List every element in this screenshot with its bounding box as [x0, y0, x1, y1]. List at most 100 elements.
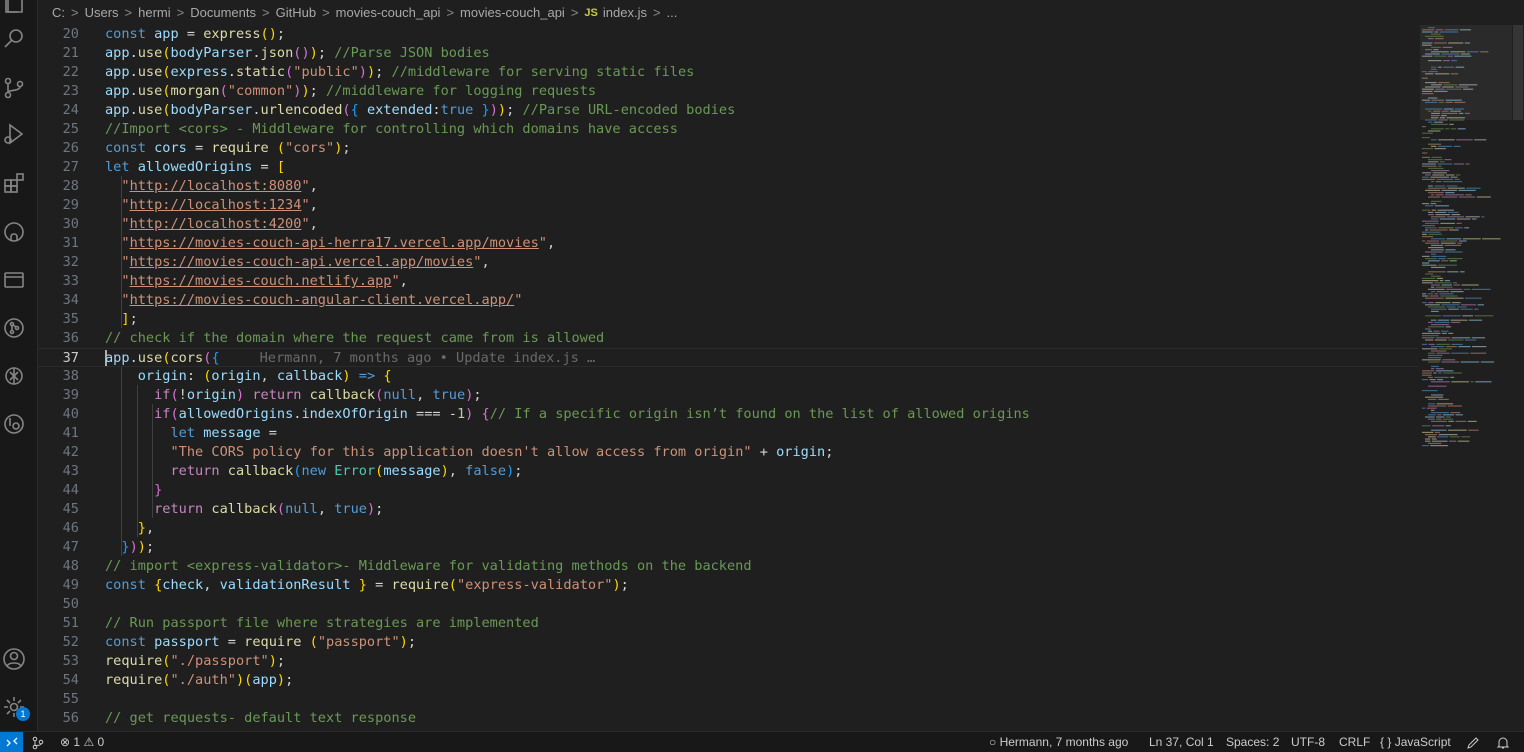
- code-text: "http://localhost:4200",: [121, 216, 318, 232]
- code-text: app.use(express.static("public")); //mid…: [105, 64, 695, 80]
- code-text: ];: [121, 311, 138, 327]
- line-number: 37: [62, 350, 79, 366]
- breadcrumb-symbol[interactable]: ...: [667, 5, 678, 20]
- cursor-position-button[interactable]: Ln 37, Col 1: [1149, 732, 1214, 752]
- line-number: 21: [62, 45, 79, 61]
- search-icon[interactable]: [0, 25, 28, 53]
- feedback-icon[interactable]: [1466, 732, 1480, 752]
- breadcrumb-item[interactable]: GitHub: [276, 5, 316, 20]
- code-line: 47 }));: [38, 538, 1418, 557]
- chevron-right-icon: >: [652, 5, 661, 20]
- chevron-right-icon: >: [124, 5, 133, 20]
- code-line: 36 // check if the domain where the reque…: [38, 329, 1418, 348]
- code-line: 44 }: [38, 481, 1418, 500]
- line-number: 20: [62, 26, 79, 42]
- code-text: // check if the domain where the request…: [105, 330, 605, 346]
- line-number: 25: [62, 121, 79, 137]
- chevron-right-icon: >: [446, 5, 455, 20]
- code-line: 53 require("./passport");: [38, 652, 1418, 671]
- code-line: 38 origin: (origin, callback) => {: [38, 367, 1418, 386]
- code-line: 30 "http://localhost:4200",: [38, 215, 1418, 234]
- breadcrumb-item[interactable]: movies-couch_api: [460, 5, 565, 20]
- code-editor[interactable]: 20 const app = express(); 21 app.use(bodyP…: [38, 25, 1418, 731]
- code-text: // import <express-validator>- Middlewar…: [105, 558, 752, 574]
- breadcrumb-item[interactable]: Documents: [190, 5, 256, 20]
- warning-count: 0: [97, 735, 105, 749]
- git-blame-button[interactable]: ○ Hermann, 7 months ago: [989, 732, 1128, 752]
- minimap[interactable]: [1420, 25, 1512, 731]
- account-icon[interactable]: [0, 645, 28, 673]
- code-text: let allowedOrigins = [: [105, 159, 286, 175]
- line-number: 34: [62, 292, 79, 308]
- code-text: "http://localhost:8080",: [121, 178, 318, 194]
- code-text: const {check, validationResult } = requi…: [105, 577, 629, 593]
- line-number: 35: [62, 311, 79, 327]
- code-text: if(allowedOrigins.indexOfOrigin === -1) …: [154, 406, 1030, 422]
- breadcrumb-item[interactable]: movies-couch_api: [336, 5, 441, 20]
- breadcrumb-item[interactable]: Users: [85, 5, 119, 20]
- code-line: 25 //Import <cors> - Middleware for contr…: [38, 120, 1418, 139]
- code-line: 43 return callback(new Error(message), f…: [38, 462, 1418, 481]
- line-number: 38: [62, 368, 79, 384]
- code-line: 39 if(!origin) return callback(null, tru…: [38, 386, 1418, 405]
- remote-indicator-button[interactable]: [0, 732, 23, 752]
- line-number: 22: [62, 64, 79, 80]
- line-number: 39: [62, 387, 79, 403]
- code-line: 41 let message =: [38, 424, 1418, 443]
- chevron-right-icon: >: [262, 5, 270, 20]
- code-text: return callback(null, true);: [154, 501, 384, 517]
- code-text: "http://localhost:1234",: [121, 197, 318, 213]
- breadcrumb-item[interactable]: C:: [52, 5, 65, 20]
- problems-button[interactable]: ⊗ 1 ⚠ 0: [60, 732, 104, 752]
- code-text: },: [137, 520, 155, 536]
- vertical-scrollbar[interactable]: [1512, 25, 1524, 731]
- inline-blame[interactable]: Hermann, 7 months ago • Update index.js …: [220, 350, 596, 366]
- language-mode-button[interactable]: { } JavaScript: [1380, 732, 1451, 752]
- line-number: 29: [62, 197, 79, 213]
- breadcrumb-item[interactable]: hermi: [138, 5, 171, 20]
- line-number: 32: [62, 254, 79, 270]
- line-number: 51: [62, 615, 79, 631]
- chevron-right-icon: >: [71, 5, 79, 20]
- code-line: 35 ];: [38, 310, 1418, 329]
- github-icon[interactable]: [0, 218, 28, 246]
- line-number: 42: [62, 444, 79, 460]
- line-number: 41: [62, 425, 79, 441]
- chatgpt-icon[interactable]: [0, 362, 28, 390]
- code-text: origin: (origin, callback) => {: [137, 368, 392, 384]
- line-number: 50: [62, 596, 79, 612]
- git-sync-icon[interactable]: [31, 732, 45, 752]
- chevron-right-icon: >: [176, 5, 185, 20]
- line-number: 48: [62, 558, 79, 574]
- line-number: 33: [62, 273, 79, 289]
- git-graph-icon[interactable]: [0, 314, 28, 342]
- code-line: 55: [38, 690, 1418, 709]
- line-number: 27: [62, 159, 79, 175]
- breadcrumb-file[interactable]: index.js: [603, 5, 647, 20]
- code-text: const cors = require ("cors");: [105, 140, 351, 156]
- timeline-icon[interactable]: [0, 410, 28, 438]
- line-number: 44: [62, 482, 79, 498]
- line-number: 55: [62, 691, 79, 707]
- remote-explorer-icon[interactable]: [0, 266, 28, 294]
- bell-icon[interactable]: [1496, 732, 1510, 752]
- warning-icon: ⚠: [83, 735, 95, 749]
- explorer-icon[interactable]: [0, 0, 28, 16]
- run-debug-icon[interactable]: [0, 120, 28, 148]
- line-number: 28: [62, 178, 79, 194]
- source-control-icon[interactable]: [0, 74, 28, 102]
- javascript-file-icon: JS: [584, 6, 598, 19]
- extensions-icon[interactable]: [0, 169, 28, 197]
- code-text: //Import <cors> - Middleware for control…: [105, 121, 678, 137]
- code-line: 46 },: [38, 519, 1418, 538]
- scrollbar-thumb[interactable]: [1513, 25, 1523, 120]
- eol-button[interactable]: CRLF: [1339, 732, 1370, 752]
- line-number: 23: [62, 83, 79, 99]
- indentation-button[interactable]: Spaces: 2: [1226, 732, 1279, 752]
- code-line: 32 "https://movies-couch-api.vercel.app/…: [38, 253, 1418, 272]
- code-line: 56 // get requests- default text response: [38, 709, 1418, 728]
- line-number: 54: [62, 672, 79, 688]
- error-icon: ⊗: [60, 735, 71, 749]
- line-number: 56: [62, 710, 79, 726]
- encoding-button[interactable]: UTF-8: [1291, 732, 1325, 752]
